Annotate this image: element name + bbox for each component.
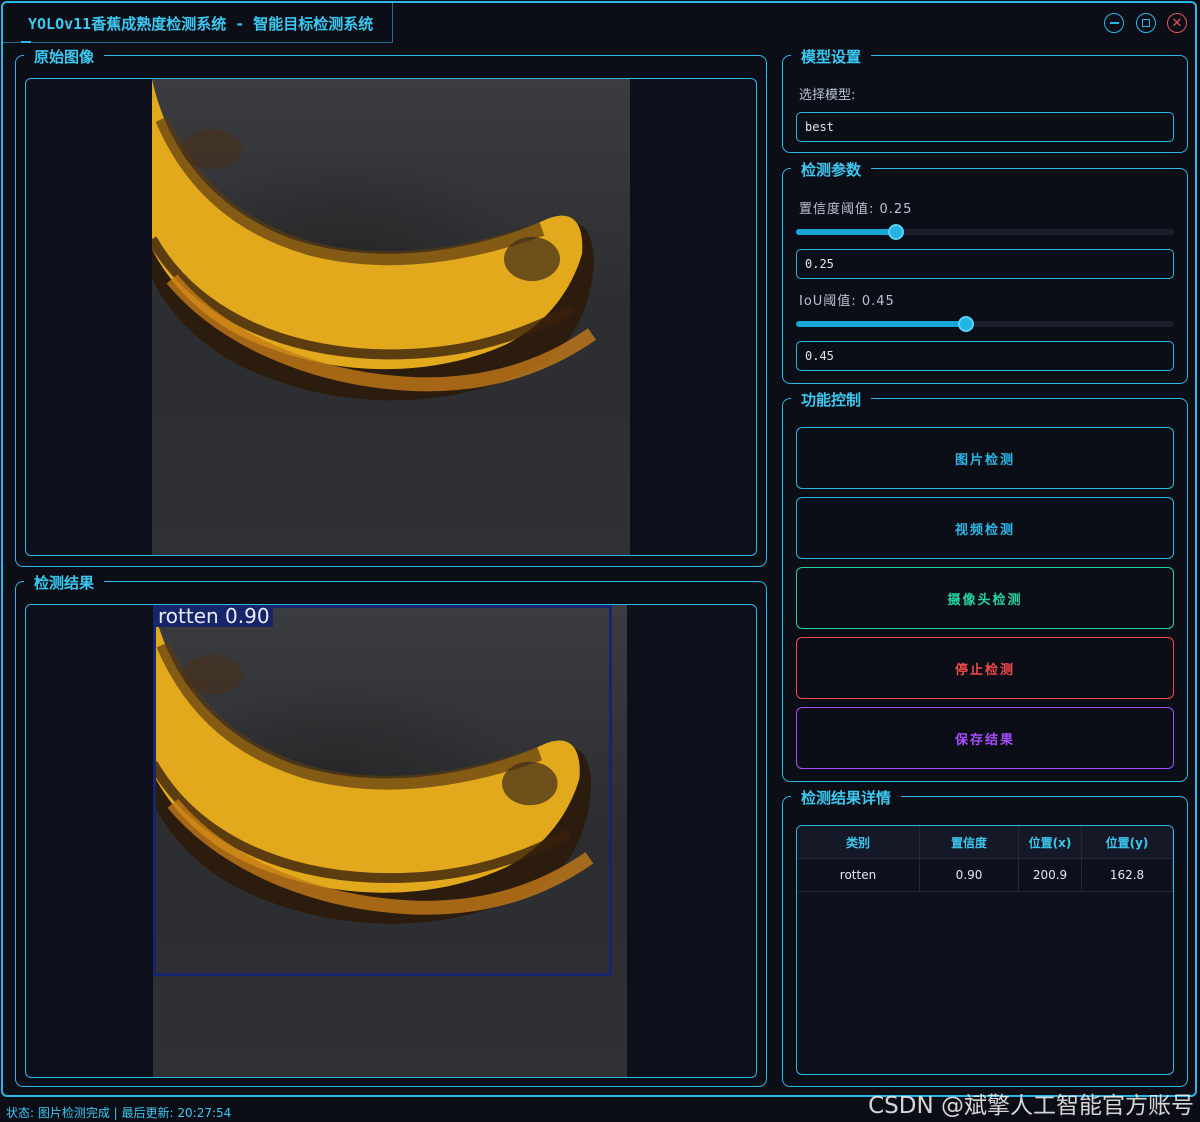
model-settings-title: 模型设置 bbox=[791, 46, 872, 67]
conf-slider-handle[interactable] bbox=[888, 224, 905, 240]
detection-params-title: 检测参数 bbox=[791, 159, 872, 180]
result-image: rotten 0.90 bbox=[153, 605, 627, 1077]
detection-result-panel: 检测结果 rotten 0.90 bbox=[15, 572, 767, 1087]
original-image bbox=[152, 79, 630, 555]
cell-confidence: 0.90 bbox=[919, 858, 1019, 892]
video-detect-button[interactable]: 视频检测 bbox=[796, 497, 1174, 559]
iou-slider-fill bbox=[796, 321, 967, 327]
col-header-y[interactable]: 位置(y) bbox=[1081, 826, 1173, 859]
result-image-frame: rotten 0.90 bbox=[25, 604, 757, 1078]
original-image-panel: 原始图像 bbox=[15, 46, 767, 567]
minimize-icon bbox=[1109, 22, 1119, 24]
iou-value-input[interactable]: 0.45 bbox=[796, 341, 1174, 371]
table-header-row: 类别 置信度 位置(x) 位置(y) bbox=[797, 826, 1173, 859]
iou-threshold-label: IoU阈值: 0.45 bbox=[799, 294, 895, 309]
conf-threshold-label: 置信度阈值: 0.25 bbox=[799, 202, 913, 217]
detection-params-panel: 检测参数 置信度阈值: 0.25 0.25 IoU阈值: 0.45 0.45 bbox=[782, 159, 1188, 384]
conf-slider-fill bbox=[796, 229, 897, 235]
detection-details-title: 检测结果详情 bbox=[791, 787, 902, 808]
detection-label: rotten 0.90 bbox=[155, 605, 273, 627]
details-table: 类别 置信度 位置(x) 位置(y) rotten 0.90 200.9 162… bbox=[797, 826, 1173, 892]
save-result-button[interactable]: 保存结果 bbox=[796, 707, 1174, 769]
cell-x: 200.9 bbox=[1018, 858, 1082, 892]
function-control-title: 功能控制 bbox=[791, 389, 872, 410]
col-header-class[interactable]: 类别 bbox=[797, 826, 920, 859]
close-button[interactable]: ✕ bbox=[1167, 13, 1187, 33]
iou-slider[interactable] bbox=[796, 316, 1174, 332]
watermark: CSDN @斌擎人工智能官方账号 bbox=[868, 1093, 1194, 1119]
minimize-button[interactable] bbox=[1104, 13, 1124, 33]
detection-result-title: 检测结果 bbox=[24, 572, 105, 593]
detection-details-panel: 检测结果详情 类别 置信度 位置(x) 位置(y) rotten 0.90 20… bbox=[782, 787, 1188, 1087]
image-detect-button[interactable]: 图片检测 bbox=[796, 427, 1174, 489]
cell-y: 162.8 bbox=[1081, 858, 1173, 892]
conf-value-input[interactable]: 0.25 bbox=[796, 249, 1174, 279]
function-control-panel: 功能控制 图片检测 视频检测 摄像头检测 停止检测 保存结果 bbox=[782, 389, 1188, 782]
title-accent bbox=[21, 41, 31, 43]
model-select[interactable]: best bbox=[796, 112, 1174, 142]
detection-bounding-box bbox=[153, 605, 612, 976]
iou-slider-handle[interactable] bbox=[958, 316, 975, 332]
maximize-icon bbox=[1142, 19, 1150, 27]
details-table-frame: 类别 置信度 位置(x) 位置(y) rotten 0.90 200.9 162… bbox=[796, 825, 1174, 1075]
model-settings-panel: 模型设置 选择模型: best bbox=[782, 46, 1188, 153]
close-icon: ✕ bbox=[1171, 15, 1183, 31]
model-select-label: 选择模型: bbox=[799, 88, 856, 103]
banana-image bbox=[152, 79, 597, 401]
original-image-title: 原始图像 bbox=[24, 46, 105, 67]
app-window: YOLOv11香蕉成熟度检测系统 - 智能目标检测系统 ✕ 原始图像 检测结果 … bbox=[1, 1, 1197, 1097]
col-header-x[interactable]: 位置(x) bbox=[1018, 826, 1082, 859]
window-title: YOLOv11香蕉成熟度检测系统 - 智能目标检测系统 bbox=[28, 15, 374, 33]
maximize-button[interactable] bbox=[1136, 13, 1156, 33]
status-bar: 状态: 图片检测完成 | 最后更新: 20:27:54 bbox=[6, 1106, 232, 1120]
conf-slider[interactable] bbox=[796, 224, 1174, 240]
col-header-confidence[interactable]: 置信度 bbox=[919, 826, 1019, 859]
camera-detect-button[interactable]: 摄像头检测 bbox=[796, 567, 1174, 629]
cell-class: rotten bbox=[797, 858, 920, 892]
stop-detect-button[interactable]: 停止检测 bbox=[796, 637, 1174, 699]
title-bar: YOLOv11香蕉成熟度检测系统 - 智能目标检测系统 ✕ bbox=[3, 3, 1195, 43]
original-image-frame bbox=[25, 78, 757, 556]
table-row[interactable]: rotten 0.90 200.9 162.8 bbox=[797, 858, 1173, 892]
title-tab: YOLOv11香蕉成熟度检测系统 - 智能目标检测系统 bbox=[3, 3, 393, 43]
